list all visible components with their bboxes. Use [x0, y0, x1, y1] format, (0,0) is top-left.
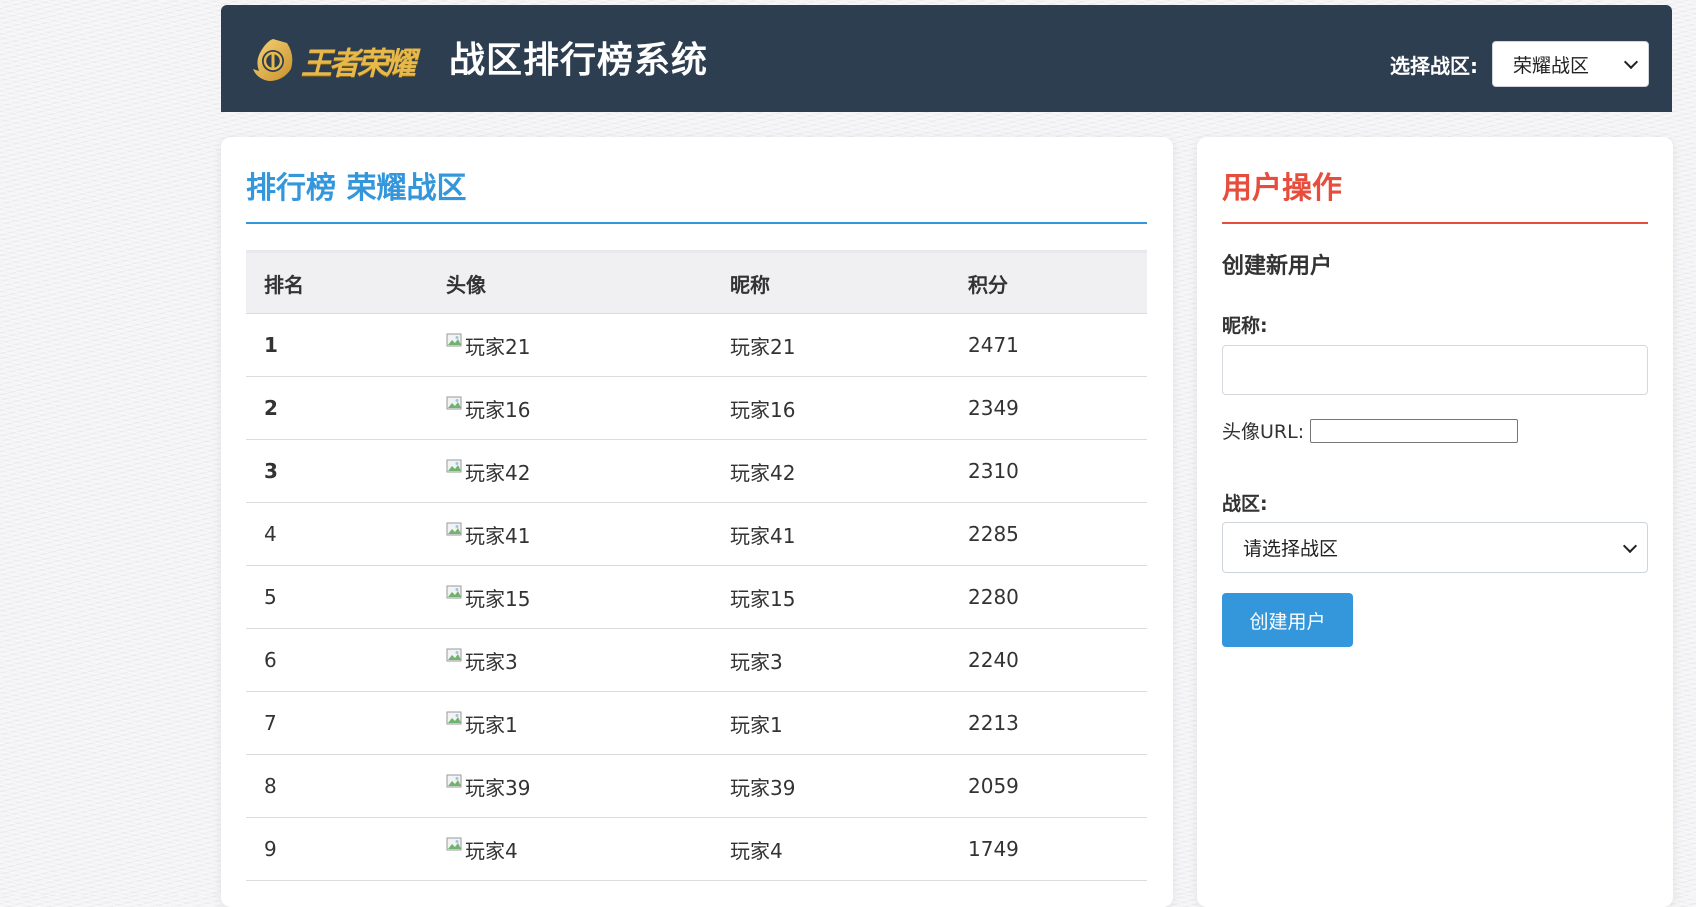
score-cell: 2240 — [950, 628, 1147, 692]
score-cell: 2059 — [950, 754, 1147, 818]
zone-select-dropdown[interactable]: 荣耀战区 — [1492, 41, 1649, 87]
rank-cell: 5 — [246, 565, 428, 629]
avatar-alt-text: 玩家42 — [465, 460, 531, 485]
score-cell: 1749 — [950, 817, 1147, 881]
nickname-cell: 玩家15 — [712, 565, 950, 629]
avatar-alt-text: 玩家21 — [465, 334, 531, 359]
table-row: 7 玩家1 玩家1 2213 — [246, 691, 1147, 755]
avatar-cell: 玩家39 — [428, 754, 712, 818]
broken-image-icon — [446, 711, 462, 725]
table-row: 4 玩家41 玩家41 2285 — [246, 502, 1147, 566]
user-ops-panel: 用户操作 创建新用户 昵称: 头像URL: 战区: 请选择战区 创建用户 — [1197, 137, 1673, 907]
nickname-cell: 玩家4 — [712, 817, 950, 881]
zone-select-value: 荣耀战区 — [1513, 54, 1590, 77]
leaderboard-panel: 排行榜 荣耀战区 排名 头像 昵称 积分 1 玩家21 玩家21 2471 2 … — [221, 137, 1173, 907]
nickname-cell: 玩家21 — [712, 313, 950, 377]
avatar-alt-text: 玩家3 — [465, 649, 518, 674]
score-cell: 2213 — [950, 691, 1147, 755]
table-header-row: 排名 头像 昵称 积分 — [246, 250, 1147, 314]
rank-cell: 4 — [246, 502, 428, 566]
user-ops-divider — [1222, 222, 1648, 224]
table-row: 6 玩家3 玩家3 2240 — [246, 628, 1147, 692]
avatar-alt-text: 玩家39 — [465, 775, 531, 800]
nickname-cell: 玩家42 — [712, 439, 950, 503]
create-user-heading: 创建新用户 — [1222, 254, 1333, 279]
column-header-avatar: 头像 — [428, 250, 712, 314]
chevron-down-icon — [1623, 54, 1639, 70]
column-header-score: 积分 — [950, 250, 1147, 314]
avatar-cell: 玩家4 — [428, 817, 712, 881]
avatar-alt-text: 玩家1 — [465, 712, 518, 737]
avatar-alt-text: 玩家16 — [465, 397, 531, 422]
avatar-url-row: 头像URL: — [1222, 417, 1519, 444]
avatar-cell: 玩家21 — [428, 313, 712, 377]
zone-dropdown[interactable]: 请选择战区 — [1222, 522, 1648, 573]
nickname-cell: 玩家41 — [712, 502, 950, 566]
nickname-cell: 玩家1 — [712, 691, 950, 755]
table-row: 8 玩家39 玩家39 2059 — [246, 754, 1147, 818]
avatar-url-label: 头像URL: — [1222, 421, 1305, 443]
table-row: 5 玩家15 玩家15 2280 — [246, 565, 1147, 629]
avatar-alt-text: 玩家41 — [465, 523, 531, 548]
avatar-cell: 玩家42 — [428, 439, 712, 503]
game-emblem-icon — [253, 39, 293, 81]
zone-select-label: 选择战区: — [1390, 53, 1478, 78]
zone-label: 战区: — [1222, 493, 1268, 515]
broken-image-icon — [446, 522, 462, 536]
user-ops-title: 用户操作 — [1222, 171, 1342, 206]
table-row: 2 玩家16 玩家16 2349 — [246, 376, 1147, 440]
nickname-cell: 玩家39 — [712, 754, 950, 818]
rank-cell: 7 — [246, 691, 428, 755]
zone-dropdown-value: 请选择战区 — [1243, 538, 1339, 560]
avatar-alt-text: 玩家4 — [465, 838, 518, 863]
score-cell: 2280 — [950, 565, 1147, 629]
score-cell: 2310 — [950, 439, 1147, 503]
nickname-cell: 玩家16 — [712, 376, 950, 440]
avatar-alt-text: 玩家15 — [465, 586, 531, 611]
avatar-cell: 玩家1 — [428, 691, 712, 755]
leaderboard-table: 排名 头像 昵称 积分 1 玩家21 玩家21 2471 2 玩家16 玩家16… — [246, 250, 1147, 881]
leaderboard-title: 排行榜 荣耀战区 — [246, 171, 467, 206]
broken-image-icon — [446, 459, 462, 473]
app-header: 王者荣耀 战区排行榜系统 选择战区: 荣耀战区 — [221, 5, 1672, 112]
avatar-cell: 玩家16 — [428, 376, 712, 440]
game-logo: 王者荣耀 — [247, 35, 416, 85]
broken-image-icon — [446, 774, 462, 788]
rank-cell: 1 — [246, 313, 428, 377]
chevron-down-icon — [1622, 538, 1638, 553]
logo-text: 王者荣耀 — [301, 45, 416, 82]
page-title: 战区排行榜系统 — [449, 40, 709, 81]
score-cell: 2471 — [950, 313, 1147, 377]
score-cell: 2349 — [950, 376, 1147, 440]
avatar-cell: 玩家15 — [428, 565, 712, 629]
create-user-button[interactable]: 创建用户 — [1222, 593, 1353, 647]
zone-selector: 选择战区: 荣耀战区 — [1390, 41, 1649, 87]
nickname-input[interactable] — [1222, 345, 1648, 395]
nickname-cell: 玩家3 — [712, 628, 950, 692]
broken-image-icon — [446, 396, 462, 410]
column-header-nickname: 昵称 — [712, 250, 950, 314]
rank-cell: 8 — [246, 754, 428, 818]
broken-image-icon — [446, 648, 462, 662]
table-row: 3 玩家42 玩家42 2310 — [246, 439, 1147, 503]
table-row: 1 玩家21 玩家21 2471 — [246, 313, 1147, 377]
rank-cell: 9 — [246, 817, 428, 881]
column-header-rank: 排名 — [246, 250, 428, 314]
leaderboard-divider — [246, 222, 1147, 224]
nickname-label: 昵称: — [1222, 315, 1268, 337]
rank-cell: 2 — [246, 376, 428, 440]
avatar-url-input[interactable] — [1310, 418, 1519, 443]
rank-cell: 3 — [246, 439, 428, 503]
avatar-cell: 玩家3 — [428, 628, 712, 692]
broken-image-icon — [446, 585, 462, 599]
rank-cell: 6 — [246, 628, 428, 692]
broken-image-icon — [446, 837, 462, 851]
broken-image-icon — [446, 333, 462, 347]
score-cell: 2285 — [950, 502, 1147, 566]
table-row: 9 玩家4 玩家4 1749 — [246, 817, 1147, 881]
avatar-cell: 玩家41 — [428, 502, 712, 566]
